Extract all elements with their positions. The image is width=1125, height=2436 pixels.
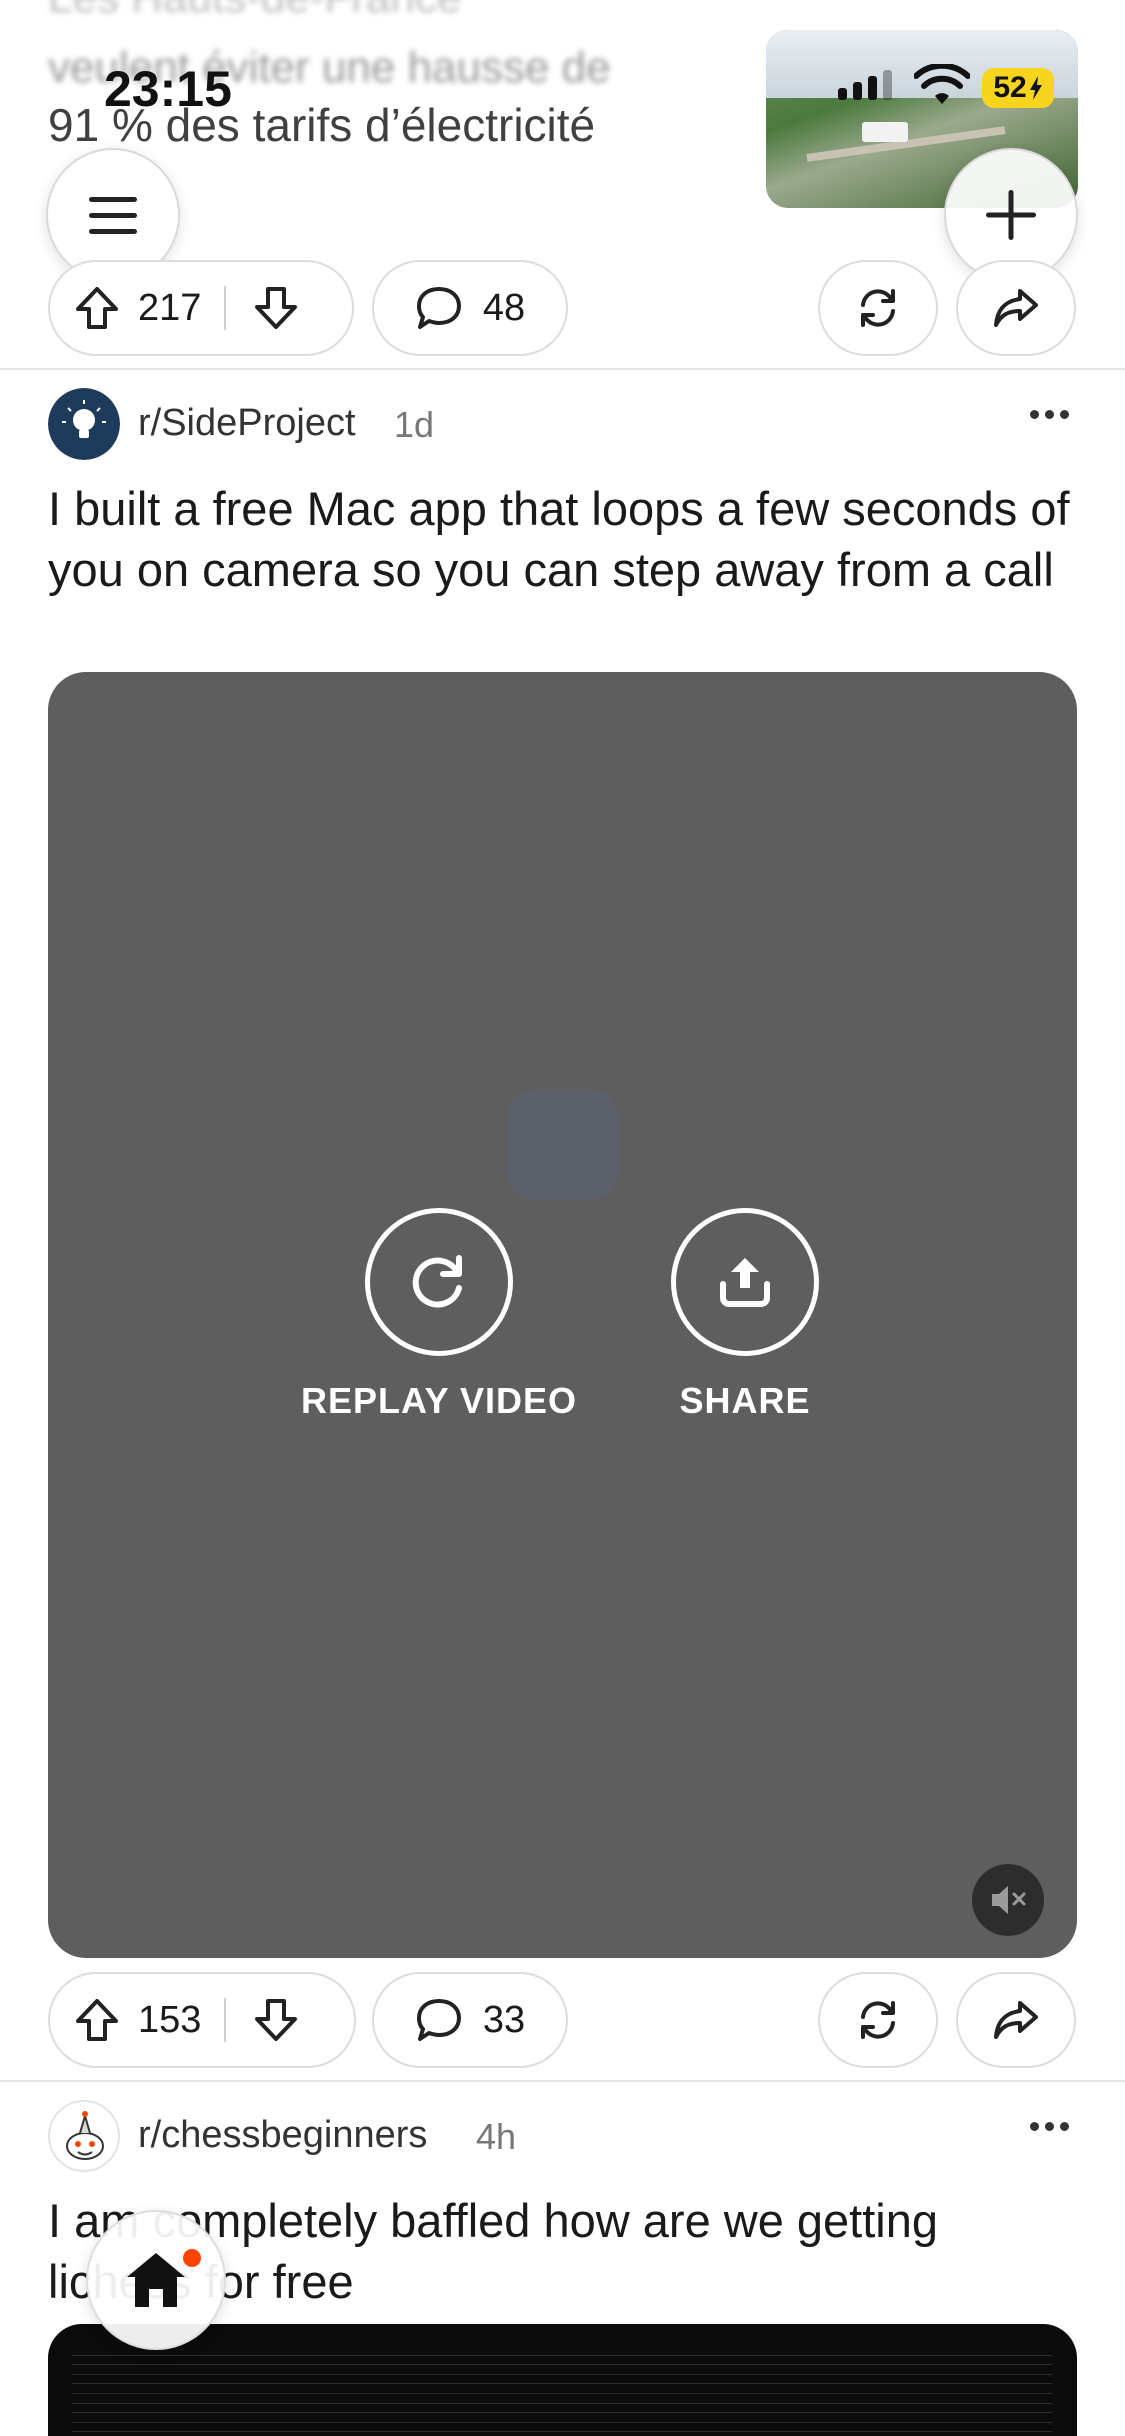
notification-dot bbox=[180, 2246, 204, 2270]
wifi-icon bbox=[914, 64, 970, 104]
post-divider bbox=[0, 368, 1125, 370]
post-title[interactable]: I built a free Mac app that loops a few … bbox=[48, 478, 1088, 600]
speech-bubble-icon bbox=[416, 1999, 461, 2041]
vote-count: 153 bbox=[138, 1998, 202, 2041]
previous-post-vote-control: 217 bbox=[48, 260, 354, 356]
comments-button[interactable]: 48 bbox=[372, 260, 568, 356]
upload-icon bbox=[720, 1258, 770, 1307]
cellular-signal-icon bbox=[838, 70, 892, 100]
share-button[interactable] bbox=[956, 1972, 1076, 2068]
more-dot-icon bbox=[1060, 410, 1069, 419]
battery-indicator: 52 bbox=[982, 68, 1054, 108]
next-post-header: r/chessbeginners 4h bbox=[0, 2100, 1125, 2180]
more-options-button[interactable] bbox=[1030, 410, 1069, 419]
subreddit-avatar[interactable] bbox=[48, 388, 120, 460]
status-bar: 23:15 52 bbox=[0, 0, 1125, 150]
plus-icon bbox=[986, 190, 1036, 240]
replay-icon bbox=[412, 1255, 462, 1308]
more-options-button[interactable] bbox=[1030, 2122, 1069, 2131]
repost-icon bbox=[861, 2001, 895, 2039]
charging-bolt-icon bbox=[1029, 76, 1042, 100]
muted-speaker-icon bbox=[992, 1886, 1026, 1914]
post-actions: 153 33 bbox=[0, 1972, 1125, 2068]
arrow-up-icon bbox=[76, 287, 118, 329]
replay-video-label[interactable]: REPLAY VIDEO bbox=[280, 1380, 598, 1422]
hamburger-icon bbox=[89, 197, 137, 234]
subreddit-name[interactable]: r/SideProject bbox=[138, 402, 356, 445]
previous-post-actions: 217 48 bbox=[0, 260, 1125, 356]
more-dot-icon bbox=[1045, 410, 1054, 419]
repost-icon bbox=[861, 289, 895, 327]
share-button[interactable] bbox=[956, 260, 1076, 356]
post-header: r/SideProject 1d bbox=[0, 388, 1125, 468]
share-video-label[interactable]: SHARE bbox=[618, 1380, 872, 1422]
arrow-down-icon bbox=[255, 1999, 297, 2041]
replay-video-button[interactable] bbox=[365, 1208, 513, 1356]
more-dot-icon bbox=[1060, 2122, 1069, 2131]
upvote-button[interactable] bbox=[50, 1997, 120, 2043]
downvote-button[interactable] bbox=[226, 285, 326, 331]
comment-count: 48 bbox=[482, 286, 526, 329]
comments-button[interactable]: 33 bbox=[372, 1972, 568, 2068]
downvote-button[interactable] bbox=[226, 1997, 326, 2043]
subreddit-name[interactable]: r/chessbeginners bbox=[138, 2114, 427, 2157]
post-divider bbox=[0, 2080, 1125, 2082]
post-vote-control: 153 bbox=[48, 1972, 356, 2068]
vote-count: 217 bbox=[138, 286, 202, 329]
more-dot-icon bbox=[1030, 410, 1039, 419]
status-time: 23:15 bbox=[104, 61, 232, 117]
speech-bubble-icon bbox=[416, 287, 461, 329]
share-arrow-icon bbox=[994, 289, 1038, 327]
lightbulb-icon bbox=[48, 388, 120, 460]
share-video-button[interactable] bbox=[671, 1208, 819, 1356]
snoo-chess-icon bbox=[66, 2111, 104, 2160]
battery-level: 52 bbox=[993, 71, 1027, 104]
home-button[interactable] bbox=[86, 2210, 226, 2350]
post-age: 1d bbox=[394, 404, 435, 445]
video-frame-logo bbox=[508, 1090, 618, 1200]
share-arrow-icon bbox=[994, 2001, 1038, 2039]
more-dot-icon bbox=[1030, 2122, 1039, 2131]
comment-count: 33 bbox=[482, 1998, 526, 2041]
post-age: 4h bbox=[476, 2116, 517, 2157]
arrow-down-icon bbox=[255, 287, 297, 329]
repost-button[interactable] bbox=[818, 260, 938, 356]
more-dot-icon bbox=[1045, 2122, 1054, 2131]
subreddit-avatar[interactable] bbox=[48, 2100, 120, 2172]
arrow-up-icon bbox=[76, 1999, 118, 2041]
upvote-button[interactable] bbox=[50, 285, 120, 331]
next-post-image[interactable] bbox=[48, 2324, 1077, 2436]
mute-toggle[interactable] bbox=[972, 1864, 1044, 1936]
table-rows-graphic bbox=[72, 2346, 1052, 2436]
video-player[interactable]: REPLAY VIDEO SHARE bbox=[48, 672, 1077, 1958]
repost-button[interactable] bbox=[818, 1972, 938, 2068]
